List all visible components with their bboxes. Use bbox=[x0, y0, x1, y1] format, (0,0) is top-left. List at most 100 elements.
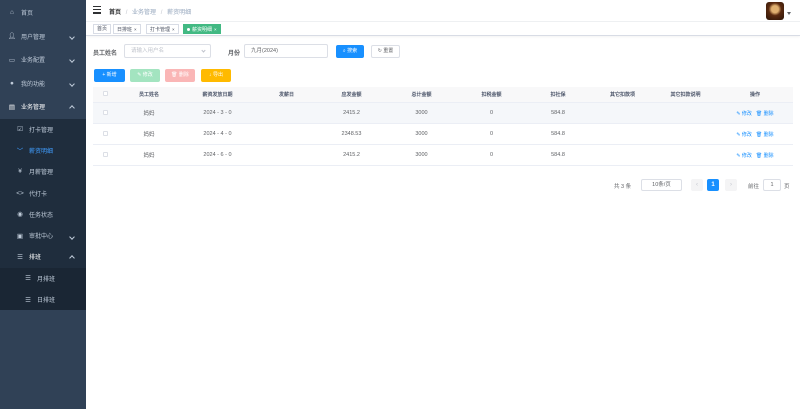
breadcrumb-salary-detail: 薪资明细 bbox=[167, 10, 192, 16]
cell-tax: 0 bbox=[489, 131, 494, 137]
row-edit-link[interactable]: ✎ 修改 bbox=[736, 111, 752, 117]
row-checkbox[interactable] bbox=[103, 109, 108, 115]
goto-page-input[interactable]: 1 bbox=[763, 179, 781, 191]
navbar: 首页 / 业务管理 / 薪资明细 bbox=[86, 0, 800, 22]
sidebar-item-proxy-clockin[interactable]: <> 代打卡 bbox=[0, 182, 86, 203]
sidebar-item-business-management[interactable]: ▤ 业务管理 bbox=[0, 95, 86, 119]
cell-social: 584.8 bbox=[551, 152, 565, 158]
breadcrumb-business-management: 业务管理 bbox=[132, 10, 157, 16]
column-header: 其它扣款说明 bbox=[670, 92, 701, 98]
delete-link-label: 删除 bbox=[763, 131, 774, 138]
edit-link-label: 修改 bbox=[741, 110, 752, 117]
chevron-icon: ﹀ bbox=[16, 148, 24, 156]
caret-down-icon[interactable] bbox=[787, 12, 791, 15]
search-button-label: 搜索 bbox=[347, 48, 358, 54]
sidebar-item-monthly-salary[interactable]: ¥ 月薪管理 bbox=[0, 161, 86, 182]
edit-button-label: 修改 bbox=[142, 72, 153, 78]
row-delete-link[interactable]: 🗑︎ 删除 bbox=[756, 132, 774, 138]
table-header: 员工姓名 薪资发放日期 发薪日 应发金额 总计金额 扣税金额 扣社保 其它扣款项… bbox=[93, 87, 793, 103]
prev-page-button[interactable]: ‹ bbox=[691, 179, 703, 191]
table-row[interactable]: 妈妈 2024 - 3 - 0 2415.2 3000 0 584.8 ✎ 修改… bbox=[93, 103, 793, 124]
sidebar-item-label: 日排班 bbox=[37, 298, 56, 305]
cell-social: 584.8 bbox=[551, 110, 565, 116]
tag-label: 日排班 bbox=[117, 27, 133, 33]
delete-link-label: 删除 bbox=[763, 110, 774, 117]
sidebar-item-scheduling[interactable]: ☰ 排班 bbox=[0, 246, 86, 267]
table-row[interactable]: 妈妈 2024 - 4 - 0 2348.53 3000 0 584.8 ✎ 修… bbox=[93, 124, 793, 145]
tag-salary-detail[interactable]: 薪资明细 × bbox=[183, 24, 221, 34]
tag-home[interactable]: 首页 bbox=[93, 24, 112, 34]
delete-button[interactable]: 🗑︎ 删除 bbox=[165, 69, 195, 82]
close-icon[interactable]: × bbox=[214, 27, 217, 32]
cell-actions: ✎ 修改 🗑︎ 删除 bbox=[717, 152, 793, 159]
goto-label: 前往 bbox=[748, 184, 760, 190]
page-size-select[interactable]: 10条/页 bbox=[641, 179, 682, 191]
submenu-scheduling: ☰ 月排班 ☰ 日排班 bbox=[0, 267, 86, 311]
sidebar-item-daily-schedule[interactable]: ☰ 日排班 bbox=[0, 289, 86, 310]
table-row[interactable]: 妈妈 2024 - 6 - 0 2415.2 3000 0 584.8 ✎ 修改… bbox=[93, 145, 793, 166]
add-button-label: 新增 bbox=[106, 72, 117, 78]
edit-button[interactable]: ✎ 修改 bbox=[130, 69, 160, 82]
avatar[interactable] bbox=[766, 2, 784, 20]
person-icon: ● bbox=[10, 79, 14, 87]
business-icon: ▤ bbox=[8, 103, 16, 111]
sidebar-item-label: 打卡管理 bbox=[29, 127, 54, 134]
month-picker[interactable]: 九月(2024) bbox=[244, 44, 328, 58]
tag-clockin[interactable]: 打卡管理 × bbox=[146, 24, 179, 34]
next-page-button[interactable]: › bbox=[725, 179, 737, 191]
cell-tax: 0 bbox=[489, 152, 494, 158]
search-button[interactable]: ⌕ 搜索 bbox=[336, 45, 364, 58]
column-header: 总计金额 bbox=[411, 92, 432, 98]
row-edit-link[interactable]: ✎ 修改 bbox=[736, 132, 752, 138]
cell-name: 妈妈 bbox=[143, 132, 155, 138]
page-number-button[interactable]: 1 bbox=[707, 179, 719, 191]
select-all-checkbox[interactable] bbox=[103, 91, 108, 96]
page-unit-label: 页 bbox=[784, 184, 790, 190]
sidebar-item-label: 业务配置 bbox=[21, 58, 46, 65]
chevron-down-icon bbox=[69, 80, 75, 87]
sidebar-item-label: 排班 bbox=[29, 255, 42, 262]
cell-total: 3000 bbox=[415, 110, 428, 116]
sidebar-item-label: 业务管理 bbox=[21, 105, 46, 112]
checkbox-icon: ☑ bbox=[17, 126, 23, 134]
hamburger-icon[interactable] bbox=[93, 6, 101, 14]
close-icon[interactable]: × bbox=[134, 27, 137, 32]
tag-daily-schedule[interactable]: 日排班 × bbox=[113, 24, 141, 34]
row-delete-link[interactable]: 🗑︎ 删除 bbox=[756, 111, 774, 117]
sidebar-item-label: 任务状态 bbox=[29, 212, 54, 219]
sidebar-item-clockin[interactable]: ☑ 打卡管理 bbox=[0, 119, 86, 140]
cell-name: 妈妈 bbox=[143, 153, 155, 159]
sidebar-item-task-status[interactable]: ◉ 任务状态 bbox=[0, 204, 86, 225]
sidebar: ⌂ 首页 👤︎ 用户管理 ▭ 业务配置 ● 我的功能 ▤ 业务管理 ☑ 打卡管理… bbox=[0, 0, 86, 409]
tag-label: 首页 bbox=[97, 26, 108, 32]
row-checkbox[interactable] bbox=[103, 151, 108, 157]
sidebar-item-approval-center[interactable]: ▣ 审批中心 bbox=[0, 225, 86, 246]
salary-table: 员工姓名 薪资发放日期 发薪日 应发金额 总计金额 扣税金额 扣社保 其它扣款项… bbox=[93, 87, 793, 166]
column-header: 其它扣款项 bbox=[609, 92, 635, 98]
yen-icon: ¥ bbox=[18, 168, 22, 176]
sidebar-item-business-config[interactable]: ▭ 业务配置 bbox=[0, 48, 86, 72]
column-header: 发薪日 bbox=[278, 92, 294, 98]
tag-label: 薪资明细 bbox=[192, 27, 213, 33]
sidebar-item-home[interactable]: ⌂ 首页 bbox=[0, 1, 86, 25]
trash-icon: 🗑︎ bbox=[755, 110, 764, 117]
reset-button-label: 重置 bbox=[383, 48, 394, 54]
close-icon[interactable]: × bbox=[172, 27, 175, 32]
export-button[interactable]: ↓ 导出 bbox=[201, 69, 231, 82]
employee-name-input[interactable]: 请输入用户名 bbox=[124, 44, 211, 58]
row-edit-link[interactable]: ✎ 修改 bbox=[736, 153, 752, 159]
sidebar-item-label: 薪资明细 bbox=[29, 148, 54, 155]
sidebar-item-my-functions[interactable]: ● 我的功能 bbox=[0, 72, 86, 96]
sidebar-item-user-management[interactable]: 👤︎ 用户管理 bbox=[0, 25, 86, 49]
sidebar-item-salary-detail[interactable]: ﹀ 薪资明细 bbox=[0, 140, 86, 161]
row-delete-link[interactable]: 🗑︎ 删除 bbox=[756, 153, 774, 159]
sidebar-item-monthly-schedule[interactable]: ☰ 月排班 bbox=[0, 268, 86, 289]
breadcrumb-home[interactable]: 首页 bbox=[109, 10, 121, 16]
column-header: 应发金额 bbox=[341, 92, 362, 98]
add-button[interactable]: + 新增 bbox=[94, 69, 125, 82]
row-checkbox[interactable] bbox=[103, 130, 108, 136]
reset-button[interactable]: ↻ 重置 bbox=[371, 45, 400, 58]
trash-icon: 🗑︎ bbox=[755, 152, 764, 159]
column-header: 员工姓名 bbox=[138, 92, 159, 98]
column-header: 操作 bbox=[749, 92, 760, 98]
